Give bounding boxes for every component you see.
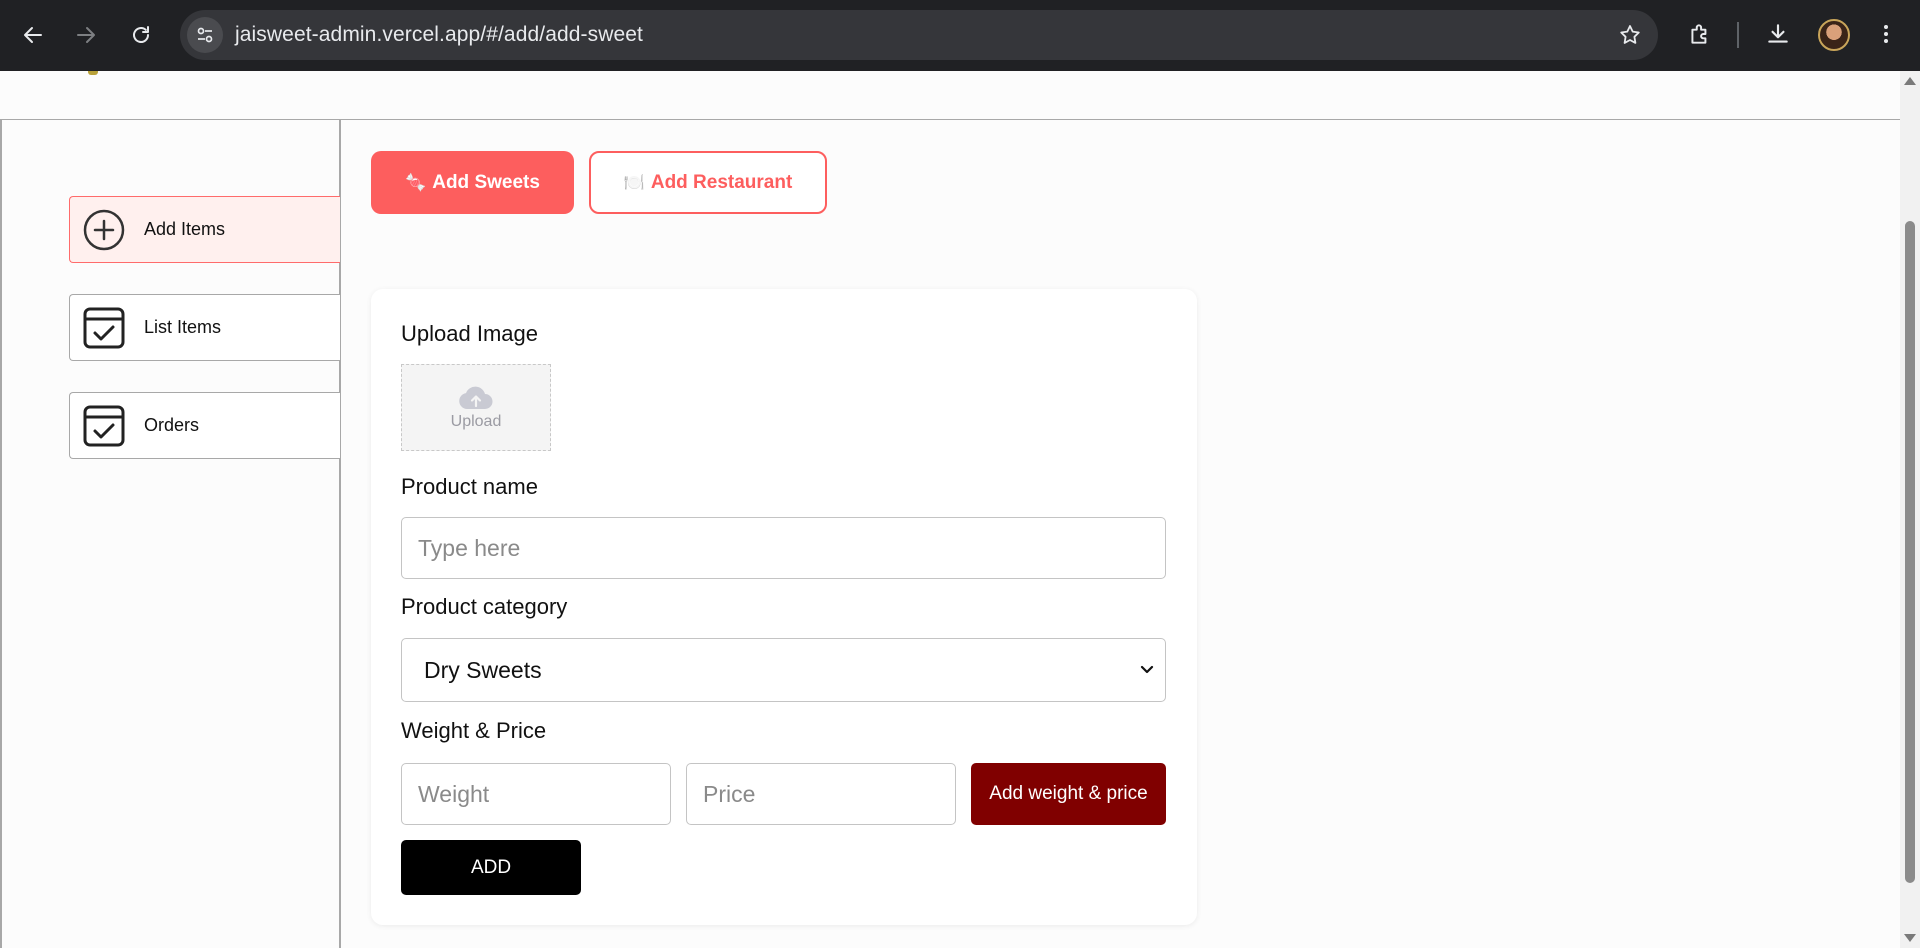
weight-price-label: Weight & Price bbox=[401, 718, 547, 743]
chevron-down-icon bbox=[1140, 665, 1154, 674]
sidebar-item-label: Add Items bbox=[144, 219, 226, 239]
plus-circle-icon bbox=[83, 209, 125, 251]
scroll-up-icon[interactable] bbox=[1904, 77, 1916, 85]
product-name-input[interactable] bbox=[401, 517, 1166, 579]
sidebar-item-add-items[interactable]: Add Items bbox=[69, 196, 340, 263]
download-icon[interactable] bbox=[1760, 16, 1796, 52]
plate-icon: 🍽️ bbox=[623, 172, 645, 192]
sidebar-item-label: List Items bbox=[144, 317, 222, 337]
calendar-check-icon bbox=[83, 405, 125, 447]
toolbar-divider bbox=[1737, 22, 1739, 48]
site-info-button[interactable] bbox=[187, 17, 223, 53]
tune-icon bbox=[197, 27, 213, 43]
page-scrollbar[interactable] bbox=[1900, 71, 1920, 948]
address-bar[interactable]: jaisweet-admin.vercel.app/#/add/add-swee… bbox=[180, 10, 1658, 60]
more-menu-icon[interactable] bbox=[1868, 16, 1904, 52]
product-category-label: Product category bbox=[401, 594, 568, 619]
sidebar-item-orders[interactable]: Orders bbox=[69, 392, 340, 459]
forward-button[interactable] bbox=[64, 13, 108, 57]
price-input[interactable] bbox=[686, 763, 956, 825]
bookmark-star-icon[interactable] bbox=[1618, 23, 1642, 52]
tab-add-sweets[interactable]: 🍬 Add Sweets bbox=[371, 151, 574, 214]
logo bbox=[88, 71, 98, 75]
candy-icon: 🍬 bbox=[405, 172, 427, 192]
add-sweet-form: Upload Image Upload Product name Product… bbox=[371, 289, 1197, 925]
reload-button[interactable] bbox=[119, 13, 163, 57]
tab-add-restaurant[interactable]: 🍽️ Add Restaurant bbox=[589, 151, 827, 214]
upload-text: Upload bbox=[450, 412, 502, 430]
calendar-check-icon bbox=[83, 307, 125, 349]
selected-category: Dry Sweets bbox=[424, 656, 542, 683]
cloud-upload-icon bbox=[459, 386, 493, 409]
upload-image-label: Upload Image bbox=[401, 321, 538, 346]
sidebar-item-list-items[interactable]: List Items bbox=[69, 294, 340, 361]
arrow-right-icon bbox=[77, 27, 95, 43]
sidebar-item-label: Orders bbox=[144, 415, 200, 435]
product-category-select[interactable]: Dry Sweets bbox=[401, 638, 1166, 702]
url-text: jaisweet-admin.vercel.app/#/add/add-swee… bbox=[235, 23, 643, 46]
tab-label: Add Sweets bbox=[432, 171, 540, 193]
upload-image-dropzone[interactable]: Upload bbox=[401, 364, 551, 451]
product-name-label: Product name bbox=[401, 474, 538, 499]
page-left-border bbox=[0, 120, 2, 948]
add-weight-price-button[interactable]: Add weight & price bbox=[971, 763, 1166, 825]
scroll-down-icon[interactable] bbox=[1904, 934, 1916, 942]
extensions-icon[interactable] bbox=[1682, 16, 1718, 52]
arrow-left-icon bbox=[24, 27, 42, 43]
weight-input[interactable] bbox=[401, 763, 671, 825]
browser-toolbar: jaisweet-admin.vercel.app/#/add/add-swee… bbox=[0, 0, 1920, 71]
add-button[interactable]: ADD bbox=[401, 840, 581, 895]
tab-label: Add Restaurant bbox=[650, 171, 793, 193]
scroll-thumb[interactable] bbox=[1905, 221, 1915, 883]
profile-avatar[interactable] bbox=[1818, 19, 1850, 51]
back-button[interactable] bbox=[11, 13, 55, 57]
reload-icon bbox=[133, 26, 149, 43]
page-header bbox=[0, 71, 1900, 120]
